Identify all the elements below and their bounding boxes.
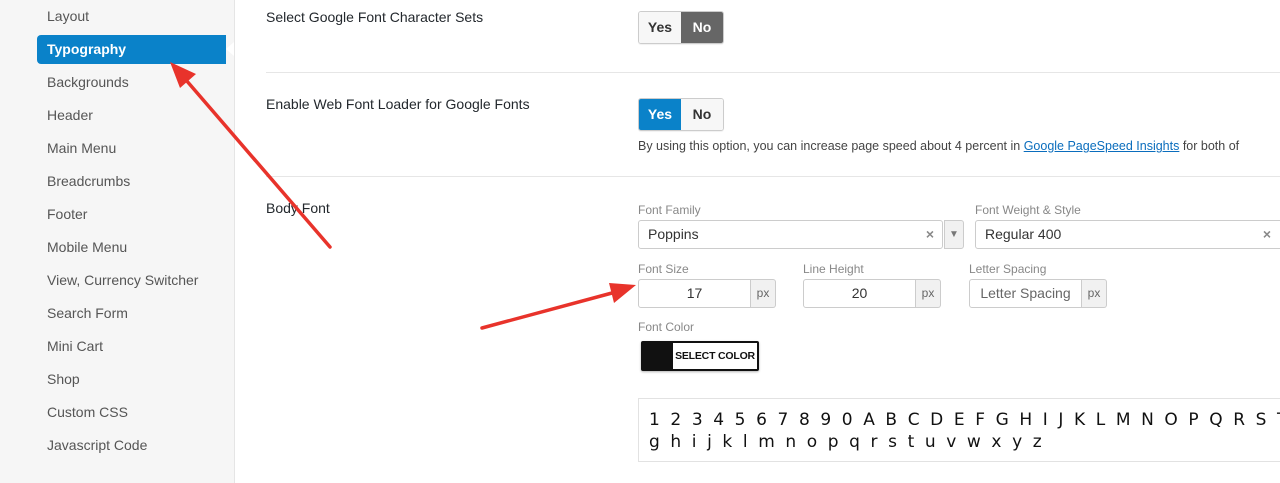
sidebar-item-javascript-code[interactable]: Javascript Code bbox=[37, 431, 227, 460]
font-weight-select[interactable]: Regular 400 × bbox=[975, 220, 1280, 249]
font-weight-value: Regular 400 bbox=[985, 226, 1062, 242]
letter-spacing-label: Letter Spacing bbox=[969, 262, 1047, 276]
preview-line: 1 2 3 4 5 6 7 8 9 0 A B C D E F G H I J … bbox=[649, 410, 1280, 430]
options-sidebar: Layout Typography Backgrounds Header Mai… bbox=[0, 0, 235, 483]
sidebar-item-search-form[interactable]: Search Form bbox=[37, 299, 227, 328]
letter-spacing-field: Letter Spacing px bbox=[969, 279, 1107, 308]
letter-spacing-input[interactable]: Letter Spacing bbox=[969, 279, 1082, 308]
sidebar-item-breadcrumbs[interactable]: Breadcrumbs bbox=[37, 167, 227, 196]
options-panel: Select Google Font Character Sets Yes No… bbox=[235, 0, 1280, 483]
font-family-value: Poppins bbox=[648, 226, 699, 242]
font-weight-label: Font Weight & Style bbox=[975, 203, 1081, 217]
font-size-label: Font Size bbox=[638, 262, 689, 276]
webfont-loader-label: Enable Web Font Loader for Google Fonts bbox=[266, 96, 530, 112]
webfont-loader-no-button[interactable]: No bbox=[681, 99, 723, 130]
font-preview: 1 2 3 4 5 6 7 8 9 0 A B C D E F G H I J … bbox=[638, 398, 1280, 462]
sidebar-item-custom-css[interactable]: Custom CSS bbox=[37, 398, 227, 427]
webfont-loader-yes-button[interactable]: Yes bbox=[639, 99, 681, 130]
webfont-loader-note: By using this option, you can increase p… bbox=[638, 139, 1239, 153]
sidebar-item-shop[interactable]: Shop bbox=[37, 365, 227, 394]
select-color-button[interactable]: SELECT COLOR bbox=[641, 341, 759, 371]
charsets-label: Select Google Font Character Sets bbox=[266, 9, 484, 25]
pagespeed-insights-link[interactable]: Google PageSpeed Insights bbox=[1024, 139, 1180, 153]
line-height-field: 20 px bbox=[803, 279, 941, 308]
divider bbox=[266, 176, 1280, 177]
font-size-input[interactable]: 17 bbox=[638, 279, 751, 308]
letter-spacing-unit: px bbox=[1082, 279, 1107, 308]
sidebar-item-main-menu[interactable]: Main Menu bbox=[37, 134, 227, 163]
note-text-end: for both of bbox=[1179, 139, 1240, 153]
charsets-toggle: Yes No bbox=[638, 11, 724, 44]
font-size-field: 17 px bbox=[638, 279, 776, 308]
divider bbox=[266, 72, 1280, 73]
sidebar-item-header[interactable]: Header bbox=[37, 101, 227, 130]
sidebar-item-typography[interactable]: Typography bbox=[37, 35, 234, 64]
preview-line: g h i j k l m n o p q r s t u v w x y z bbox=[649, 432, 1045, 452]
font-family-label: Font Family bbox=[638, 203, 701, 217]
select-color-label: SELECT COLOR bbox=[675, 350, 755, 362]
font-family-select[interactable]: Poppins × ▼ bbox=[638, 220, 964, 249]
body-font-label: Body Font bbox=[266, 200, 330, 216]
line-height-input[interactable]: 20 bbox=[803, 279, 916, 308]
sidebar-item-backgrounds[interactable]: Backgrounds bbox=[37, 68, 227, 97]
sidebar-item-mini-cart[interactable]: Mini Cart bbox=[37, 332, 227, 361]
font-size-unit: px bbox=[751, 279, 776, 308]
sidebar-item-view-currency-switcher[interactable]: View, Currency Switcher bbox=[37, 266, 227, 295]
sidebar-item-footer[interactable]: Footer bbox=[37, 200, 227, 229]
webfont-loader-toggle: Yes No bbox=[638, 98, 724, 131]
note-text: By using this option, you can increase p… bbox=[638, 139, 1024, 153]
sidebar-item-mobile-menu[interactable]: Mobile Menu bbox=[37, 233, 227, 262]
line-height-unit: px bbox=[916, 279, 941, 308]
clear-icon[interactable]: × bbox=[926, 221, 934, 248]
font-color-label: Font Color bbox=[638, 320, 695, 334]
sidebar-item-layout[interactable]: Layout bbox=[37, 2, 227, 31]
clear-icon[interactable]: × bbox=[1263, 221, 1271, 248]
color-swatch bbox=[643, 343, 673, 369]
charsets-no-button[interactable]: No bbox=[681, 12, 723, 43]
chevron-down-icon[interactable]: ▼ bbox=[944, 220, 964, 249]
line-height-label: Line Height bbox=[803, 262, 864, 276]
charsets-yes-button[interactable]: Yes bbox=[639, 12, 681, 43]
